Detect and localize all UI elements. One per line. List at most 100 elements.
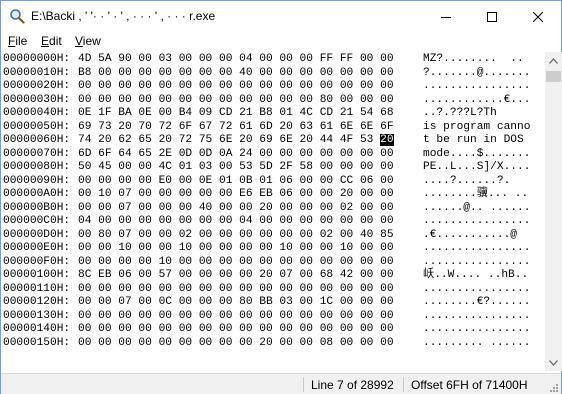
hex-bytes-text: 00 00 07 00 00 00 40 00 00 20 00 00 00 0… [78,201,394,214]
status-separator [403,377,404,392]
row-address: 00000150H: [3,336,71,349]
row-hex-bytes[interactable]: 50 45 00 00 4C 01 03 00 53 5D 2F 58 00 0… [78,161,394,174]
scroll-up-button[interactable] [545,52,562,69]
hex-row[interactable]: 00000150H: 00 00 00 00 00 00 00 00 00 20 … [1,337,545,350]
window-title: E:\Backi , ' '· · ' · ' , · · · ' , · · … [31,9,216,23]
hex-bytes-text: 74 20 62 65 20 72 75 6E 20 69 6E 20 44 4… [78,134,381,146]
row-hex-bytes[interactable]: 00 00 10 00 00 10 00 00 00 00 10 00 00 1… [78,242,394,255]
row-ascii: t be run in DOS [423,134,531,146]
row-address: 000000E0H: [3,242,71,254]
hex-row[interactable]: 00000060H: 74 20 62 65 20 72 75 6E 20 69 … [1,134,545,147]
row-address: 00000100H: [3,269,71,281]
hex-row[interactable]: 00000090H: 00 00 00 00 E0 00 0E 01 0B 01 … [1,175,545,188]
row-hex-bytes[interactable]: 00 80 07 00 00 02 00 00 00 00 00 00 02 0… [78,229,394,242]
hex-row[interactable]: 00000010H: B8 00 00 00 00 00 00 00 40 00 … [1,67,545,80]
row-ascii: PE..L...S]/X.... [423,161,531,173]
menu-file-rest: ile [15,34,28,48]
hex-bytes-text: 00 00 10 00 00 10 00 00 00 00 10 00 00 1… [78,242,394,254]
row-ascii: ................ [423,242,531,254]
hex-bytes-text: 00 00 00 00 00 00 00 00 00 00 00 00 80 0… [78,93,394,106]
hex-bytes-text: 50 45 00 00 4C 01 03 00 53 5D 2F 58 00 0… [78,161,394,173]
maximize-icon [487,11,497,22]
row-ascii: ........骥... .. [423,188,529,200]
minimize-button[interactable] [423,1,469,32]
hex-row[interactable]: 000000E0H: 00 00 10 00 00 10 00 00 00 00 … [1,242,545,255]
menu-file[interactable]: File [7,34,28,48]
hex-bytes-text: 00 00 00 00 00 00 00 00 00 00 00 00 00 0… [78,282,394,295]
title-bar[interactable]: E:\Backi , ' '· · ' · ' , · · · ' , · · … [1,1,561,32]
hex-row[interactable]: 00000100H: 8C EB 06 00 57 00 00 00 00 20 … [1,269,545,282]
row-ascii: ..?.???L?Th [423,107,497,119]
row-hex-bytes[interactable]: 6D 6F 64 65 2E 0D 0D 0A 24 00 00 00 00 0… [78,148,394,161]
hex-row[interactable]: 000000A0H: 00 10 07 00 00 00 00 00 E6 EB … [1,188,545,201]
scroll-thumb[interactable] [546,71,561,82]
hex-dump-area[interactable]: 00000000H: 4D 5A 90 00 03 00 00 00 04 00 … [1,52,545,371]
vertical-scrollbar[interactable] [545,52,562,371]
row-hex-bytes[interactable]: 74 20 62 65 20 72 75 6E 20 69 6E 20 44 4… [78,134,394,147]
hex-row[interactable]: 00000000H: 4D 5A 90 00 03 00 00 00 04 00 … [1,53,545,66]
row-hex-bytes[interactable]: 00 00 07 00 00 00 40 00 00 20 00 00 00 0… [78,202,394,215]
hex-bytes-text: 00 00 07 00 0C 00 00 00 80 BB 03 00 1C 0… [78,296,394,308]
row-ascii: ................ [423,80,531,92]
hex-row[interactable]: 00000040H: 0E 1F BA 0E 00 B4 09 CD 21 B8 … [1,107,545,120]
scroll-up-arrow-icon [549,57,558,64]
menu-bar: File Edit View [1,32,561,52]
row-ascii: ................ [423,255,531,268]
size-grip-icon[interactable] [547,381,559,393]
hex-row[interactable]: 00000070H: 6D 6F 64 65 2E 0D 0D 0A 24 00 … [1,148,545,161]
hex-row[interactable]: 00000030H: 00 00 00 00 00 00 00 00 00 00 … [1,94,545,107]
hex-row[interactable]: 00000080H: 50 45 00 00 4C 01 03 00 53 5D … [1,161,545,174]
magnifier-app-icon [10,9,25,24]
hex-bytes-text: 00 00 00 00 10 00 00 00 00 00 00 00 00 0… [78,255,394,268]
hex-row[interactable]: 000000D0H: 00 80 07 00 00 02 00 00 00 00 … [1,229,545,242]
row-hex-bytes[interactable]: 00 00 00 00 00 00 00 00 00 20 00 00 08 0… [78,337,394,350]
row-hex-bytes[interactable]: 00 00 00 00 10 00 00 00 00 00 00 00 00 0… [78,256,394,269]
row-ascii: ........€?...... [423,296,531,308]
row-address: 000000A0H: [3,188,71,200]
row-address: 00000140H: [3,323,71,335]
row-hex-bytes[interactable]: 0E 1F BA 0E 00 B4 09 CD 21 B8 01 4C CD 2… [78,107,394,120]
hex-row[interactable]: 00000050H: 69 73 20 70 72 6F 67 72 61 6D … [1,121,545,134]
row-hex-bytes[interactable]: B8 00 00 00 00 00 00 00 40 00 00 00 00 0… [78,67,394,80]
hex-bytes-text: 4D 5A 90 00 03 00 00 00 04 00 00 00 FF F… [78,53,394,65]
row-address: 000000C0H: [3,215,71,227]
row-hex-bytes[interactable]: 00 00 00 00 00 00 00 00 00 00 00 00 00 0… [78,80,394,93]
row-address: 00000020H: [3,80,71,92]
status-bar: Line 7 of 28992 Offset 6FH of 71400H [1,373,561,394]
close-button[interactable] [515,1,561,32]
row-hex-bytes[interactable]: 4D 5A 90 00 03 00 00 00 04 00 00 00 FF F… [78,53,394,66]
status-separator [303,377,304,392]
hex-viewer-window: E:\Backi , ' '· · ' · ' , · · · ' , · · … [0,0,562,394]
row-hex-bytes[interactable]: 69 73 20 70 72 6F 67 72 61 6D 20 63 61 6… [78,121,394,134]
hex-row[interactable]: 00000110H: 00 00 00 00 00 00 00 00 00 00 … [1,283,545,296]
hex-row[interactable]: 000000B0H: 00 00 07 00 00 00 40 00 00 20 … [1,202,545,215]
row-hex-bytes[interactable]: 00 00 07 00 0C 00 00 00 80 BB 03 00 1C 0… [78,296,394,309]
hex-bytes-text: 00 00 00 00 00 00 00 00 00 20 00 00 08 0… [78,336,394,349]
close-icon [533,11,543,22]
hex-bytes-text: 00 00 00 00 00 00 00 00 00 00 00 00 00 0… [78,323,394,335]
hex-bytes-text: 69 73 20 70 72 6F 67 72 61 6D 20 63 61 6… [78,120,394,133]
row-hex-bytes[interactable]: 04 00 00 00 00 00 00 00 04 00 00 00 00 0… [78,215,394,228]
menu-edit[interactable]: Edit [40,34,63,48]
selected-byte[interactable]: 20 [380,134,394,146]
hex-row[interactable]: 000000F0H: 00 00 00 00 10 00 00 00 00 00 … [1,256,545,269]
row-hex-bytes[interactable]: 00 00 00 00 00 00 00 00 00 00 00 00 00 0… [78,283,394,296]
hex-row[interactable]: 00000020H: 00 00 00 00 00 00 00 00 00 00 … [1,80,545,93]
hex-bytes-text: 00 10 07 00 00 00 00 00 E6 EB 06 00 00 2… [78,188,394,200]
hex-row[interactable]: 00000130H: 00 00 00 00 00 00 00 00 00 00 … [1,310,545,323]
hex-row[interactable]: 00000140H: 00 00 00 00 00 00 00 00 00 00 … [1,323,545,336]
row-ascii: is program canno [423,120,531,133]
menu-view[interactable]: View [74,34,102,48]
row-hex-bytes[interactable]: 00 00 00 00 00 00 00 00 00 00 00 00 00 0… [78,323,394,336]
row-hex-bytes[interactable]: 00 10 07 00 00 00 00 00 E6 EB 06 00 00 2… [78,188,394,201]
row-hex-bytes[interactable]: 00 00 00 00 E0 00 0E 01 0B 01 06 00 00 C… [78,175,394,188]
hex-row[interactable]: 00000120H: 00 00 07 00 0C 00 00 00 80 BB … [1,296,545,309]
scroll-down-button[interactable] [545,354,562,371]
scroll-down-arrow-icon [549,359,558,366]
hex-row[interactable]: 000000C0H: 04 00 00 00 00 00 00 00 04 00 … [1,215,545,228]
maximize-button[interactable] [469,1,515,32]
row-hex-bytes[interactable]: 00 00 00 00 00 00 00 00 00 00 00 00 00 0… [78,310,394,323]
row-hex-bytes[interactable]: 00 00 00 00 00 00 00 00 00 00 00 00 80 0… [78,94,394,107]
row-hex-bytes[interactable]: 8C EB 06 00 57 00 00 00 00 20 07 00 68 4… [78,269,394,282]
row-address: 00000080H: [3,161,71,173]
